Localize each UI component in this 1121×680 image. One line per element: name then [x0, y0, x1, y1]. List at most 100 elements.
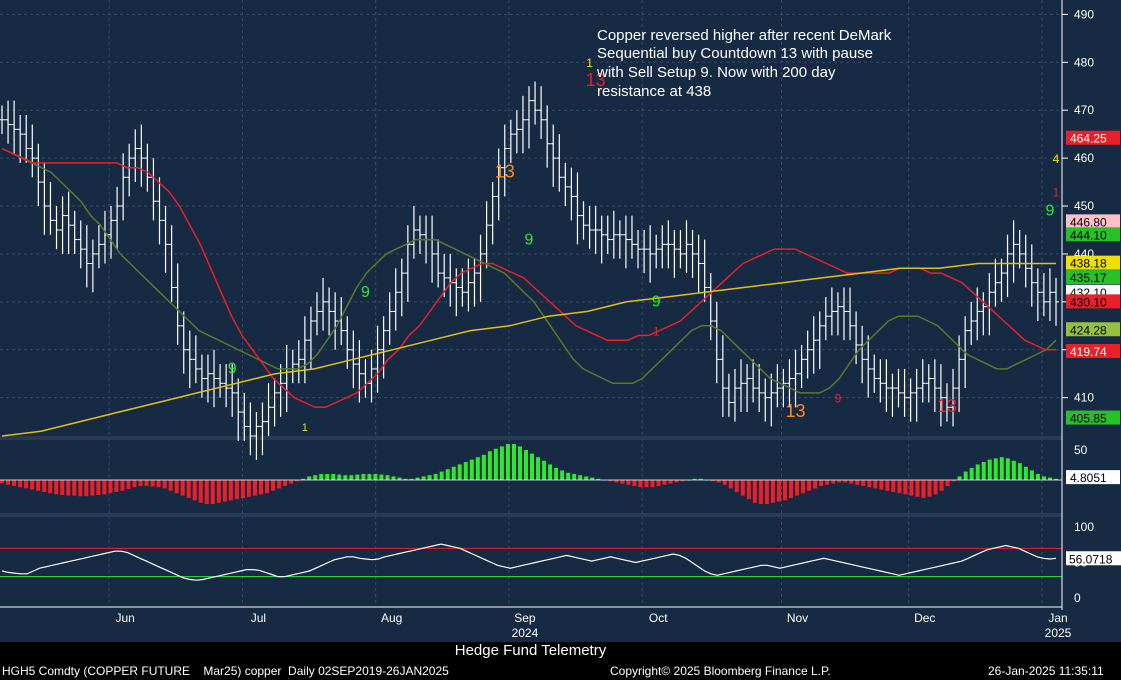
macd-bar	[626, 480, 631, 485]
macd-bar	[361, 474, 366, 480]
macd-bar	[734, 480, 739, 492]
macd-bar	[987, 459, 992, 480]
price-tick-label: 470	[1074, 103, 1094, 117]
macd-bar	[192, 480, 197, 501]
macd-bar	[638, 480, 643, 488]
macd-bar	[487, 451, 492, 480]
macd-bar	[469, 459, 474, 480]
macd-bar	[379, 474, 384, 480]
panel-divider	[0, 513, 1062, 517]
macd-bar	[48, 480, 53, 494]
month-label: Oct	[649, 611, 668, 625]
price-tag-label: 424.28	[1070, 323, 1107, 337]
macd-bar	[391, 476, 396, 480]
macd-bar	[144, 480, 149, 486]
macd-bar	[788, 480, 793, 498]
rsi-tick-label: 0	[1074, 591, 1081, 605]
macd-bar	[493, 448, 498, 480]
macd-bar	[927, 480, 932, 497]
macd-bar	[367, 474, 372, 480]
macd-bar	[620, 480, 625, 484]
macd-bar	[770, 480, 775, 503]
macd-bar	[819, 480, 824, 486]
macd-bar	[861, 480, 866, 486]
macd-bar	[307, 476, 312, 480]
price-tag-label: 430.10	[1070, 295, 1107, 309]
month-label: Aug	[381, 611, 402, 625]
macd-bar	[752, 480, 757, 503]
macd-bar	[933, 480, 938, 495]
macd-bar	[0, 480, 4, 483]
macd-bar	[313, 475, 318, 480]
annotation-line: with Sell Setup 9. Now with 200 day	[596, 64, 836, 81]
macd-bar	[517, 446, 522, 480]
macd-bar	[542, 460, 547, 480]
macd-bar	[813, 480, 818, 489]
macd-bar	[1005, 458, 1010, 480]
macd-bar	[240, 480, 245, 498]
price-tick-label: 460	[1074, 151, 1094, 165]
price-tick-label: 410	[1074, 391, 1094, 405]
macd-bar	[108, 480, 113, 494]
macd-bar	[969, 468, 974, 480]
macd-bar	[728, 480, 733, 489]
macd-bar	[120, 480, 125, 491]
macd-bar	[331, 474, 336, 480]
macd-bar	[722, 480, 727, 485]
macd-bar	[1023, 466, 1028, 480]
macd-bar	[505, 444, 510, 480]
macd-bar	[36, 480, 41, 491]
panel-divider	[0, 436, 1062, 440]
demark-label: 1	[586, 56, 593, 70]
macd-bar	[54, 480, 59, 495]
macd-bar	[662, 480, 667, 485]
macd-bar	[198, 480, 203, 503]
macd-bar	[126, 480, 131, 489]
macd-bar	[30, 480, 35, 490]
macd-bar	[66, 480, 71, 496]
annotation-line: resistance at 438	[597, 83, 711, 100]
macd-bar	[204, 480, 209, 504]
macd-bar	[758, 480, 763, 504]
macd-bar	[457, 464, 462, 480]
demark-label: 13	[937, 396, 957, 416]
month-label: Sep	[514, 611, 536, 625]
footer-bar: HGH5 Comdty (COPPER FUTURE Mar25) copper…	[0, 661, 1121, 680]
demark-label: 4	[1053, 152, 1060, 166]
macd-bar	[668, 480, 673, 484]
macd-bar	[463, 462, 468, 480]
macd-bar	[84, 480, 89, 497]
macd-bar	[216, 480, 221, 503]
macd-bar	[915, 480, 920, 497]
annotation-line: Copper reversed higher after recent DeMa…	[597, 27, 892, 44]
macd-bar	[271, 480, 276, 491]
price-tag-label: 464.25	[1070, 132, 1107, 146]
macd-bar	[885, 480, 890, 491]
macd-bar	[283, 480, 288, 486]
macd-bar	[132, 480, 137, 488]
demark-label: 9	[525, 231, 534, 248]
price-tag-label: 444.10	[1070, 228, 1107, 242]
macd-bar	[210, 480, 215, 504]
macd-bar	[578, 475, 583, 480]
macd-bar	[975, 464, 980, 480]
macd-bar	[776, 480, 781, 502]
macd-bar	[174, 480, 179, 494]
macd-bar	[511, 444, 516, 480]
macd-bar	[337, 474, 342, 480]
macd-bar	[114, 480, 119, 492]
macd-bar	[903, 480, 908, 495]
footer-timestamp: 26-Jan-2025 11:35:11	[988, 664, 1104, 678]
macd-bar	[831, 480, 836, 484]
macd-bar	[385, 475, 390, 480]
macd-bar	[277, 480, 282, 489]
rsi-tick-label: 100	[1074, 520, 1094, 534]
macd-bar	[656, 480, 661, 486]
month-label: Dec	[914, 611, 935, 625]
macd-bar	[548, 464, 553, 480]
macd-bar	[150, 480, 155, 487]
source-caption: Hedge Fund Telemetry	[454, 642, 607, 659]
demark-label: 9	[361, 284, 370, 301]
macd-bar	[102, 480, 107, 495]
demark-label: 9	[1045, 203, 1054, 220]
